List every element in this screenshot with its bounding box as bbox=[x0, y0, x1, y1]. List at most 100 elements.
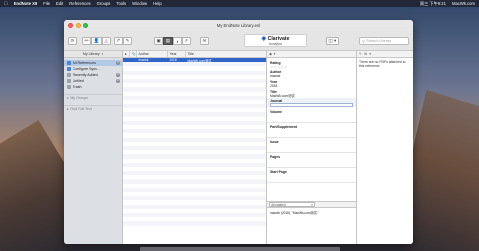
annotation-bar: Annotated ▾ bbox=[267, 201, 356, 208]
column-read-status[interactable]: ● bbox=[123, 51, 130, 57]
brand-name: Clarivate bbox=[267, 35, 290, 42]
online-mode-icon[interactable]: ◑ bbox=[172, 37, 182, 45]
format-bibliography-icon[interactable]: ✎ bbox=[123, 37, 132, 45]
sync-icon bbox=[67, 67, 71, 71]
column-title[interactable]: Title bbox=[186, 51, 266, 57]
menubar-site: MacWk.com bbox=[451, 0, 475, 6]
column-attachment[interactable]: 📎 bbox=[130, 51, 137, 57]
table-row[interactable]: macwk 2018 MacWk.com测试 bbox=[123, 58, 266, 63]
group-share-icon[interactable]: ✉ bbox=[200, 37, 209, 45]
field-label: Start Page bbox=[270, 169, 287, 174]
disclosure-icon: ▸ bbox=[67, 107, 69, 111]
menu-references[interactable]: References bbox=[69, 1, 90, 6]
year-field[interactable]: Year 2018 bbox=[267, 78, 356, 88]
sidebar-item-count: 1 bbox=[115, 72, 120, 77]
start-page-field[interactable]: Start Page bbox=[267, 168, 356, 184]
search-input[interactable] bbox=[366, 39, 405, 43]
clarivate-mark-icon: ◈ bbox=[261, 36, 267, 42]
online-search-icon[interactable]: ⚯ bbox=[82, 37, 91, 45]
sidebar-item-count: 1 bbox=[115, 60, 120, 65]
menu-app-name[interactable]: EndNote X9 bbox=[14, 1, 38, 6]
clock-icon bbox=[67, 73, 71, 77]
chevron-down-icon[interactable]: ▾ bbox=[274, 52, 276, 56]
sidebar-item-trash[interactable]: Trash bbox=[64, 84, 122, 90]
author-cell: macwk bbox=[138, 58, 149, 63]
annotation-style-value: Annotated bbox=[271, 202, 286, 207]
trash-icon bbox=[67, 85, 71, 89]
search-box[interactable]: ⚲ bbox=[359, 37, 409, 45]
mode-group: ▣ ▤ ◑ ↗ bbox=[154, 37, 191, 45]
title-field[interactable]: Title MacWk.com测试 bbox=[267, 88, 356, 98]
clarivate-logo: ◈ Clarivate Analytics bbox=[244, 34, 307, 47]
journal-input[interactable] bbox=[270, 103, 353, 108]
reference-detail-pane: ◉ ▾ Rating ☆☆☆☆☆ Author macwk Year 2018 … bbox=[267, 51, 357, 244]
dock bbox=[140, 247, 340, 251]
integrated-library-icon[interactable]: ▤ bbox=[163, 37, 173, 45]
main-area: My Library ▾ All References 1 Configure … bbox=[64, 51, 413, 244]
attach-pdf-icon[interactable]: ✎ bbox=[359, 52, 362, 56]
menu-edit[interactable]: Edit bbox=[56, 1, 63, 6]
pages-field[interactable]: Pages bbox=[267, 153, 356, 169]
apple-menu-icon[interactable]:  bbox=[4, 1, 8, 7]
menu-help[interactable]: Help bbox=[153, 1, 162, 6]
sidebar-item-label: Trash bbox=[72, 85, 82, 89]
reference-tools-group: ⚯ 👤 △ bbox=[82, 37, 111, 45]
share-icon[interactable]: ↗ bbox=[181, 37, 191, 45]
part-supplement-field[interactable]: Part/Supplement bbox=[267, 123, 356, 139]
pdf-toolbar: ✎ ⚙ ▾ bbox=[357, 51, 413, 58]
window-titlebar[interactable]: My EndNote Library.enl bbox=[64, 20, 413, 31]
library-title: My Library bbox=[82, 52, 100, 56]
sidebar-item-count: 1 bbox=[115, 78, 120, 83]
sync-icon[interactable]: ⟳ bbox=[68, 37, 77, 45]
layout-menu-icon[interactable]: ◫ ▾ bbox=[326, 37, 339, 45]
sidebar-item-label: Configure Sync... bbox=[72, 67, 101, 71]
menubar-clock[interactable]: 周三 下午9:21 bbox=[420, 1, 446, 7]
menu-groups[interactable]: Groups bbox=[97, 1, 111, 6]
search-icon: ⚲ bbox=[362, 39, 365, 44]
column-year[interactable]: Year bbox=[168, 51, 186, 57]
title-cell: MacWk.com测试 bbox=[187, 58, 212, 63]
sidebar-item-label: All References bbox=[72, 61, 96, 65]
field-label: Issue bbox=[270, 139, 279, 144]
local-library-icon[interactable]: ▣ bbox=[154, 37, 164, 45]
find-full-text-icon[interactable]: △ bbox=[101, 37, 111, 45]
edit-reference-icon[interactable]: ◉ bbox=[269, 52, 272, 56]
gear-icon[interactable]: ⚙ bbox=[364, 52, 367, 56]
menu-window[interactable]: Window bbox=[132, 1, 147, 6]
zoom-window-button[interactable] bbox=[83, 23, 88, 28]
field-label: Volume bbox=[270, 109, 282, 114]
new-reference-icon[interactable]: 👤 bbox=[91, 37, 102, 45]
field-label: Part/Supplement bbox=[270, 124, 297, 129]
doc-icon bbox=[67, 79, 71, 83]
close-window-button[interactable] bbox=[68, 23, 73, 28]
sidebar-group-find-full-text[interactable]: ▸ Find Full Text bbox=[64, 105, 122, 112]
rating-field: Rating ☆☆☆☆☆ bbox=[267, 59, 356, 69]
library-header[interactable]: My Library ▾ bbox=[64, 51, 122, 58]
toolbar: ⟳ ⚯ 👤 △ ↱ ✎ ▣ ▤ ◑ ↗ ✉ ◈ Clarivate Analyti… bbox=[64, 31, 413, 51]
sidebar-group-label: Find Full Text bbox=[70, 107, 92, 111]
traffic-lights bbox=[68, 23, 88, 28]
menu-file[interactable]: File bbox=[43, 1, 50, 6]
minimize-window-button[interactable] bbox=[75, 23, 81, 28]
chevron-down-icon[interactable]: ▾ bbox=[369, 52, 371, 56]
chevron-down-icon: ▾ bbox=[101, 52, 104, 56]
desktop-dune-right bbox=[404, 90, 479, 251]
formatted-citation: macwk (2018). "MacWk.com测试." bbox=[270, 211, 319, 215]
volume-field[interactable]: Volume bbox=[267, 108, 356, 124]
annotation-style-select[interactable]: Annotated ▾ bbox=[269, 202, 315, 207]
issue-field[interactable]: Issue bbox=[267, 138, 356, 154]
insert-tools-group: ↱ ✎ bbox=[114, 37, 132, 45]
field-label: Pages bbox=[270, 154, 280, 159]
window-title: My EndNote Library.enl bbox=[216, 23, 261, 28]
sidebar-list: All References 1 Configure Sync... Recen… bbox=[64, 58, 122, 90]
author-field[interactable]: Author macwk bbox=[267, 69, 356, 78]
insert-citation-icon[interactable]: ↱ bbox=[114, 37, 123, 45]
menu-tools[interactable]: Tools bbox=[116, 1, 126, 6]
sidebar-item-label: Unfiled bbox=[72, 79, 84, 83]
endnote-window: My EndNote Library.enl ⟳ ⚯ 👤 △ ↱ ✎ ▣ ▤ ◑… bbox=[64, 20, 413, 244]
journal-field[interactable]: Journal bbox=[267, 97, 356, 108]
empty-row bbox=[123, 226, 266, 230]
detail-toolbar: ◉ ▾ bbox=[267, 51, 356, 58]
sidebar-group-my-groups[interactable]: ▸ My Groups bbox=[64, 94, 122, 101]
column-author[interactable]: Author bbox=[137, 51, 168, 57]
